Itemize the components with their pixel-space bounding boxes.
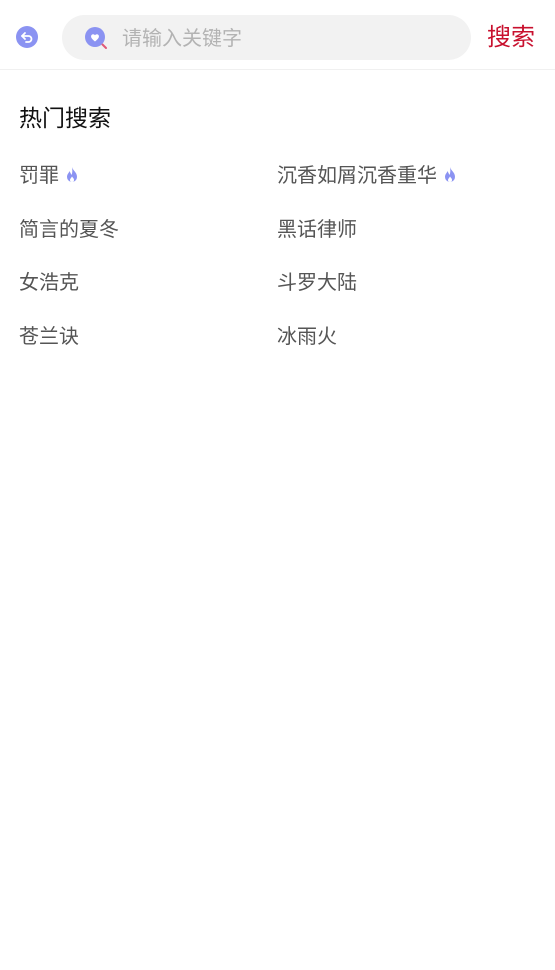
- hot-search-item[interactable]: 苍兰诀: [19, 319, 79, 353]
- header-bar: 搜索: [0, 0, 555, 70]
- search-heart-icon: [85, 27, 107, 49]
- hot-search-item[interactable]: 女浩克: [19, 265, 79, 299]
- hot-search-label: 苍兰诀: [19, 324, 79, 348]
- hot-search-item[interactable]: 斗罗大陆: [277, 265, 357, 299]
- hot-search-label: 简言的夏冬: [19, 217, 119, 241]
- search-button[interactable]: 搜索: [487, 20, 535, 54]
- hot-search-item[interactable]: 冰雨火: [277, 319, 337, 353]
- hot-search-label: 罚罪: [19, 163, 59, 187]
- hot-search-title: 热门搜索: [19, 106, 111, 132]
- hot-search-label: 冰雨火: [277, 324, 337, 348]
- hot-search-label: 女浩克: [19, 270, 79, 294]
- back-arrow-icon: [21, 32, 33, 43]
- back-button[interactable]: [16, 26, 38, 48]
- hot-search-item[interactable]: 黑话律师: [277, 212, 357, 246]
- flame-icon: [67, 167, 77, 182]
- hot-search-item[interactable]: 简言的夏冬: [19, 212, 119, 246]
- flame-icon: [445, 167, 455, 182]
- hot-search-label: 沉香如屑沉香重华: [277, 163, 437, 187]
- hot-search-item[interactable]: 罚罪: [19, 158, 80, 192]
- hot-search-label: 黑话律师: [277, 217, 357, 241]
- search-box[interactable]: [62, 15, 471, 60]
- hot-search-label: 斗罗大陆: [277, 270, 357, 294]
- search-input[interactable]: [122, 15, 452, 60]
- hot-search-item[interactable]: 沉香如屑沉香重华: [277, 158, 458, 192]
